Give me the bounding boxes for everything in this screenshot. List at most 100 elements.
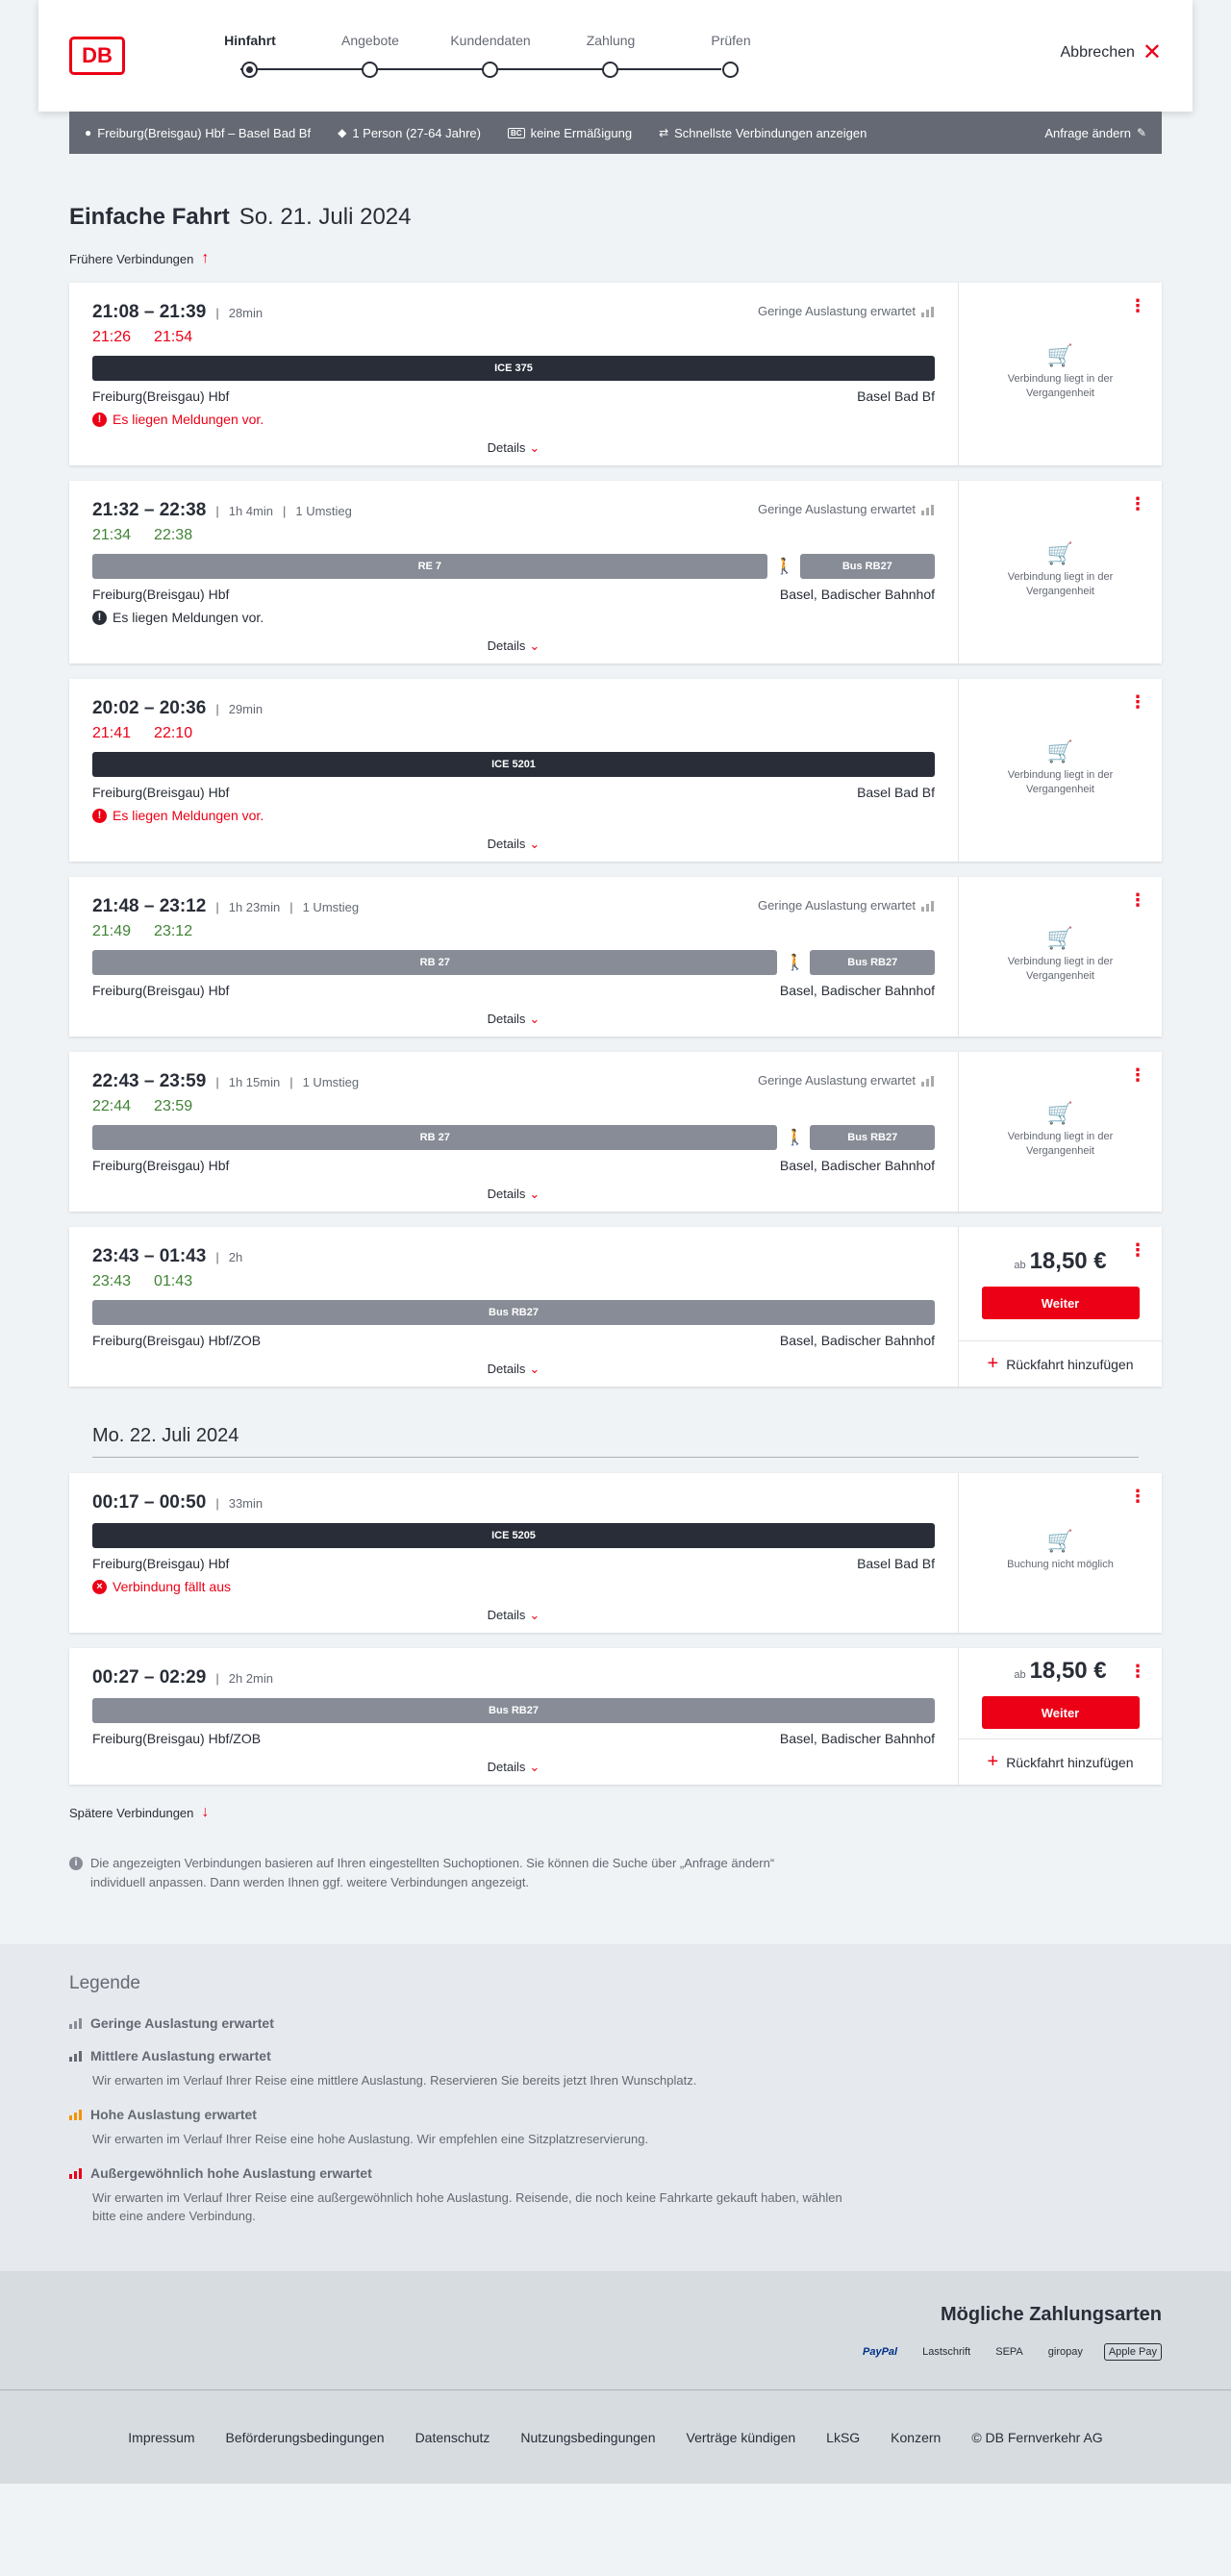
footer-link-befoerderungsbedingungen[interactable]: Beförderungsbedingungen — [226, 2430, 385, 2445]
realtime-times: 23:43 01:43 — [92, 1273, 935, 1290]
unavailable-text: Buchung nicht möglich — [1007, 1559, 1114, 1570]
close-icon: ✕ — [1142, 39, 1162, 65]
cart-unavailable-icon: 🛒 — [1046, 342, 1074, 367]
planned-time: 21:48 – 23:12 — [92, 896, 207, 916]
details-label: Details — [487, 837, 526, 851]
disruption-message[interactable]: × Verbindung fällt aus — [92, 1579, 935, 1594]
footer-link-nutzungsbedingungen[interactable]: Nutzungsbedingungen — [520, 2430, 655, 2445]
duration: 2h — [228, 1249, 243, 1264]
train-segment[interactable]: RB 27 — [92, 1125, 778, 1150]
realtime-times: 21:34 22:38 — [92, 527, 935, 544]
later-connections-link[interactable]: Spätere Verbindungen ↓ — [69, 1804, 1162, 1821]
legend-description: Wir erwarten im Verlauf Ihrer Reise eine… — [92, 2132, 649, 2146]
step-pruefen[interactable]: Prüfen — [683, 33, 779, 78]
continue-button[interactable]: Weiter — [981, 1696, 1140, 1729]
origin-station: Freiburg(Breisgau) Hbf — [92, 388, 230, 404]
legend-item-title: Geringe Auslastung erwartet — [69, 2015, 1162, 2031]
price: ab 18,50 € — [1014, 1658, 1106, 1685]
disruption-message[interactable]: ! Es liegen Meldungen vor. — [92, 610, 935, 625]
continue-button[interactable]: Weiter — [981, 1287, 1140, 1319]
legend-item-title: Mittlere Auslastung erwartet — [69, 2048, 1162, 2063]
train-segment[interactable]: RB 27 — [92, 950, 778, 975]
step-hinfahrt[interactable]: Hinfahrt — [202, 33, 298, 78]
disruption-message[interactable]: ! Es liegen Meldungen vor. — [92, 412, 935, 427]
details-toggle[interactable]: Details ⌄ — [92, 1608, 935, 1623]
details-toggle[interactable]: Details ⌄ — [92, 1760, 935, 1775]
realtime-times: 22:44 23:59 — [92, 1098, 935, 1115]
train-segment[interactable]: Bus RB27 — [92, 1698, 935, 1723]
train-segment[interactable]: ICE 5205 — [92, 1523, 935, 1548]
footer-link-lksg[interactable]: LkSG — [826, 2430, 860, 2445]
cancel-button[interactable]: Abbrechen ✕ — [1061, 39, 1163, 65]
more-options-icon[interactable]: ⋮ — [1129, 1065, 1146, 1086]
sepa-icon: SEPA — [995, 2346, 1023, 2358]
separator: | — [215, 701, 219, 716]
info-text: Die angezeigten Verbindungen basieren au… — [90, 1856, 775, 1889]
stations: Freiburg(Breisgau) Hbf Basel, Badischer B… — [92, 1158, 935, 1173]
add-return-trip-button[interactable]: + Rückfahrt hinzufügen — [959, 1340, 1162, 1387]
planned-time: 20:02 – 20:36 — [92, 698, 207, 718]
offer-panel: ⋮ 🛒 Verbindung liegt in der Vergangenheit — [958, 1052, 1162, 1212]
more-options-icon[interactable]: ⋮ — [1129, 1662, 1146, 1682]
payment-title: Mögliche Zahlungsarten — [940, 2304, 1162, 2325]
duration: 1h 23min — [228, 899, 281, 914]
duration: 29min — [228, 701, 264, 716]
journey-bar: Bus RB27 — [92, 1698, 935, 1723]
footer-link-datenschutz[interactable]: Datenschutz — [415, 2430, 490, 2445]
realtime-departure: 21:49 — [92, 923, 132, 939]
step-zahlung[interactable]: Zahlung — [563, 33, 659, 78]
footer-link-konzern[interactable]: Konzern — [891, 2430, 941, 2445]
journey-bar: ICE 375 — [92, 356, 935, 381]
journey-bar: RB 27 🚶 Bus RB27 — [92, 1125, 935, 1150]
details-toggle[interactable]: Details ⌄ — [92, 1187, 935, 1202]
more-options-icon[interactable]: ⋮ — [1129, 494, 1146, 514]
more-options-icon[interactable]: ⋮ — [1129, 296, 1146, 316]
train-segment[interactable]: ICE 5201 — [92, 752, 935, 777]
duration: 28min — [228, 305, 264, 320]
train-segment[interactable]: Bus RB27 — [810, 1125, 935, 1150]
db-logo[interactable]: DB — [69, 37, 125, 75]
train-segment[interactable]: Bus RB27 — [92, 1300, 935, 1325]
train-segment[interactable]: Bus RB27 — [799, 554, 935, 579]
add-return-trip-button[interactable]: + Rückfahrt hinzufügen — [959, 1738, 1162, 1785]
details-label: Details — [487, 1187, 526, 1201]
unavailable-text: Verbindung liegt in der Vergangenheit — [1007, 1130, 1114, 1157]
details-toggle[interactable]: Details ⌄ — [92, 440, 935, 456]
step-angebote[interactable]: Angebote — [322, 33, 418, 78]
paypal-icon: PayPal — [863, 2346, 898, 2358]
realtime-times: 21:49 23:12 — [92, 923, 935, 940]
details-toggle[interactable]: Details ⌄ — [92, 1012, 935, 1027]
occupancy-icon — [921, 1075, 935, 1087]
trip-type-title: Einfache Fahrt — [69, 204, 230, 230]
more-options-icon[interactable]: ⋮ — [1129, 1240, 1146, 1261]
more-options-icon[interactable]: ⋮ — [1129, 692, 1146, 713]
step-kundendaten[interactable]: Kundendaten — [442, 33, 539, 78]
occupancy-text: Geringe Auslastung erwartet — [757, 1073, 916, 1088]
stations: Freiburg(Breisgau) Hbf Basel, Badischer B… — [92, 587, 935, 602]
connection-times: 23:43 – 01:43 | 2h — [92, 1246, 935, 1267]
journey-bar: RB 27 🚶 Bus RB27 — [92, 950, 935, 975]
train-segment[interactable]: RE 7 — [92, 554, 767, 579]
details-toggle[interactable]: Details ⌄ — [92, 638, 935, 654]
cart-unavailable-icon: 🛒 — [1046, 1100, 1074, 1125]
details-toggle[interactable]: Details ⌄ — [92, 1362, 935, 1377]
connection-card: 20:02 – 20:36 | 29min 21:41 22:10 ICE 5201 Fre… — [69, 679, 1162, 862]
disruption-message[interactable]: ! Es liegen Meldungen vor. — [92, 808, 935, 823]
train-segment[interactable]: Bus RB27 — [810, 950, 935, 975]
footer-link-impressum[interactable]: Impressum — [128, 2430, 194, 2445]
realtime-arrival: 22:38 — [154, 527, 193, 543]
occupancy-text: Geringe Auslastung erwartet — [757, 304, 916, 318]
details-label: Details — [487, 1608, 526, 1622]
earlier-connections-link[interactable]: Frühere Verbindungen ↑ — [69, 250, 1162, 267]
more-options-icon[interactable]: ⋮ — [1129, 1487, 1146, 1507]
step-label: Kundendaten — [450, 33, 531, 48]
realtime-departure: 21:41 — [92, 725, 132, 741]
more-options-icon[interactable]: ⋮ — [1129, 890, 1146, 911]
legend-label: Hohe Auslastung erwartet — [90, 2107, 257, 2122]
footer-link-vertraege-kuendigen[interactable]: Verträge kündigen — [687, 2430, 796, 2445]
details-toggle[interactable]: Details ⌄ — [92, 837, 935, 852]
connection-card: 23:43 – 01:43 | 2h 23:43 01:43 Bus RB27 Freibu… — [69, 1227, 1162, 1387]
separator: | — [215, 1495, 219, 1511]
connection-info: 21:08 – 21:39 | 28min Geringe Auslastung er… — [69, 283, 958, 465]
train-segment[interactable]: ICE 375 — [92, 356, 935, 381]
